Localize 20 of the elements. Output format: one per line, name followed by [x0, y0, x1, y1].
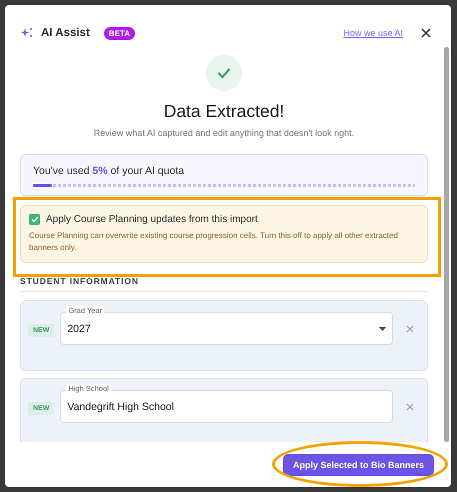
status-title: Data Extracted! [162, 101, 286, 122]
info-link[interactable]: How we use AI [343, 28, 403, 38]
caret-icon [379, 326, 386, 330]
apply-button[interactable]: Apply Selected to Bio Banners [282, 454, 434, 476]
status-subtitle: Review what AI captured and edit anything that doesn't look right. [92, 128, 356, 138]
notice-text: Course Planning can overwrite existing course progression cells. Turn this off to apply all other extracted banners only. [29, 230, 399, 254]
scrollbar[interactable] [444, 47, 449, 442]
section-heading: STUDENT INFORMATION [20, 276, 428, 292]
dialog-title: AI Assist [41, 27, 90, 39]
checkbox-label: Apply Course Planning updates from this import [46, 214, 258, 225]
remove-icon[interactable] [405, 402, 415, 412]
quota-text: You've used 5% of your AI quota [33, 165, 186, 177]
field-value: Vandegrift High School [67, 400, 175, 412]
checkbox[interactable] [29, 214, 40, 225]
field-value: 2027 [67, 322, 92, 334]
sparkle-icon [21, 27, 33, 39]
remove-icon[interactable] [405, 324, 415, 334]
beta-badge: BETA [104, 26, 135, 40]
close-icon[interactable] [421, 28, 431, 38]
success-icon [206, 55, 242, 91]
